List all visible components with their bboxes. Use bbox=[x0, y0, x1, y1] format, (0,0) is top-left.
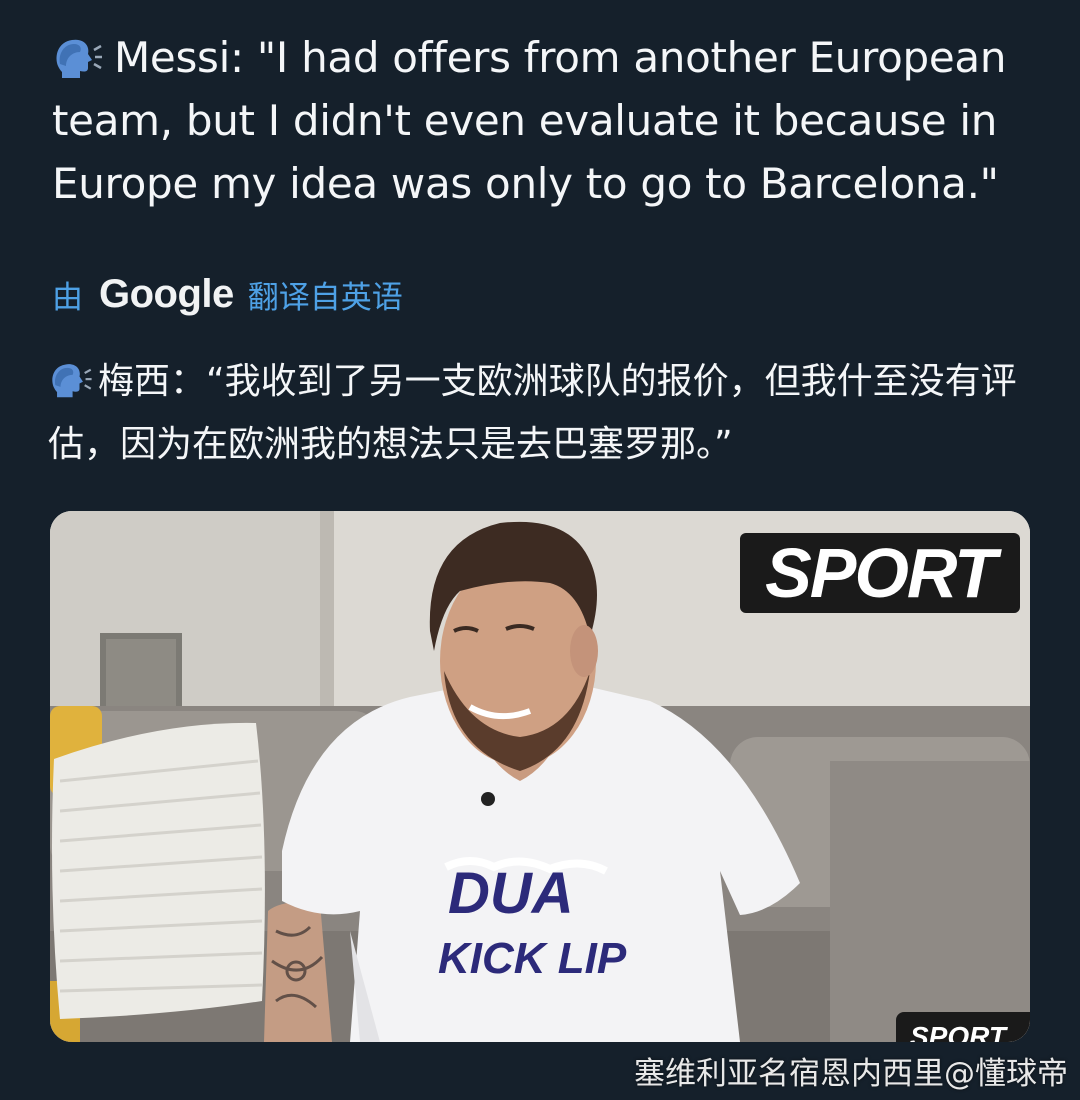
google-logo: Google bbox=[99, 271, 234, 316]
translated-from-label: 翻译自英语 bbox=[247, 279, 403, 316]
tweet-text: Messi: "I had offers from another Europe… bbox=[52, 26, 1042, 215]
speaking-head-icon bbox=[52, 364, 92, 398]
speaking-head-icon bbox=[56, 39, 102, 78]
sport-corner-logo: SPORT bbox=[896, 1012, 1030, 1042]
translated-body: 梅西：“我收到了另一支欧洲球队的报价，但我什至没有评估，因为在欧洲我的想法只是去… bbox=[48, 361, 1017, 465]
watermark: 塞维利亚名宿恩内西里@懂球帝 bbox=[634, 1056, 1068, 1092]
tweet-body: Messi: "I had offers from another Europe… bbox=[52, 33, 1007, 208]
sport-logo: SPORT bbox=[740, 533, 1020, 613]
translation-attribution[interactable]: 由 Google 翻译自英语 bbox=[52, 268, 403, 320]
shirt-print-line2: KICK LIP bbox=[438, 934, 627, 983]
translated-by-prefix: 由 bbox=[52, 279, 83, 316]
tweet-media-image[interactable]: DUA KICK LIP SPORT SPORT bbox=[50, 511, 1030, 1042]
translated-text: 梅西：“我收到了另一支欧洲球队的报价，但我什至没有评估，因为在欧洲我的想法只是去… bbox=[48, 350, 1038, 476]
